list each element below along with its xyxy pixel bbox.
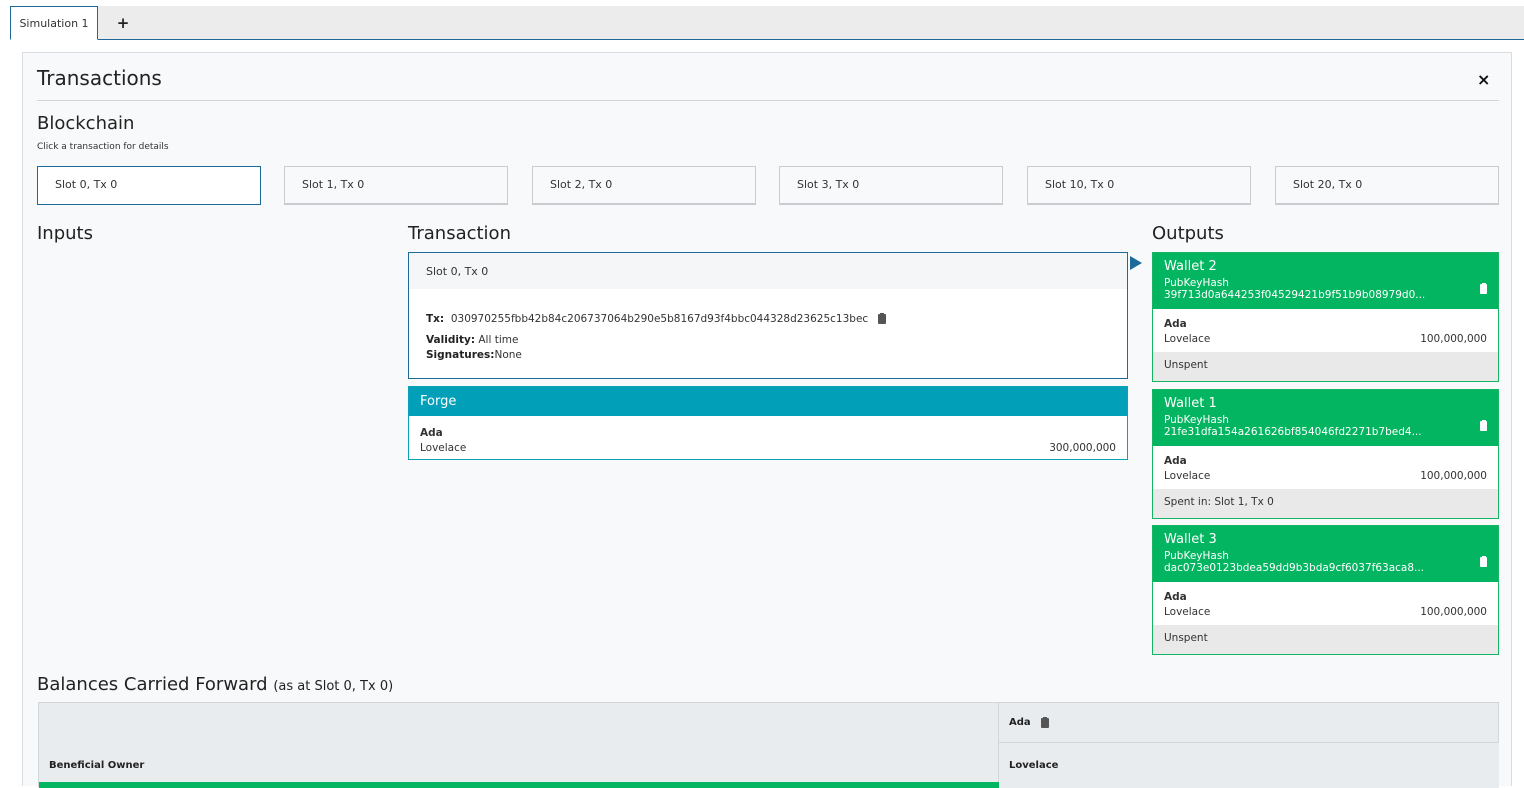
balances-title: Balances Carried Forward (as at Slot 0, … <box>37 674 393 695</box>
clipboard-icon[interactable] <box>1479 420 1487 431</box>
transactions-panel: Transactions × Blockchain Click a transa… <box>22 52 1512 788</box>
slot-button[interactable]: Slot 3, Tx 0 <box>779 166 1003 205</box>
blockchain-hint: Click a transaction for details <box>37 142 169 152</box>
signatures-value: None <box>494 348 522 361</box>
add-simulation-button[interactable]: + <box>108 6 138 40</box>
output-token: Lovelace <box>1164 469 1211 482</box>
slot-button[interactable]: Slot 0, Tx 0 <box>37 166 261 205</box>
output-currency: Ada <box>1164 317 1187 330</box>
wallet-row-indicator <box>39 782 999 788</box>
output-card-wallet-1[interactable]: Wallet 1 PubKeyHash 21fe31dfa154a261626b… <box>1152 389 1499 519</box>
validity-value: All time <box>478 333 519 346</box>
output-status: Unspent <box>1153 352 1498 381</box>
balances-subtitle: (as at Slot 0, Tx 0) <box>273 679 394 694</box>
tab-simulation-1[interactable]: Simulation 1 <box>10 6 98 40</box>
arrow-right-icon <box>1130 256 1142 270</box>
panel-title: Transactions <box>37 66 162 90</box>
tx-hash: 030970255fbb42b84c206737064b290e5b8167d9… <box>450 312 869 325</box>
forge-amount: 300,000,000 <box>1049 441 1116 454</box>
tx-hash-line: Tx: 030970255fbb42b84c206737064b290e5b81… <box>426 311 1110 326</box>
balances-title-text: Balances Carried Forward <box>37 674 268 695</box>
owner-header: Beneficial Owner <box>49 760 145 771</box>
owner-header-cell: Beneficial Owner <box>39 703 999 788</box>
output-token: Lovelace <box>1164 605 1211 618</box>
slot-button[interactable]: Slot 1, Tx 0 <box>284 166 508 205</box>
transaction-card: Slot 0, Tx 0 Tx: 030970255fbb42b84c20673… <box>408 252 1128 379</box>
output-token: Lovelace <box>1164 332 1211 345</box>
clipboard-icon[interactable] <box>1479 283 1487 294</box>
output-status[interactable]: Spent in: Slot 1, Tx 0 <box>1153 489 1498 518</box>
wallet-name: Wallet 1 <box>1164 396 1217 411</box>
forge-title: Forge <box>409 387 1127 416</box>
output-card-wallet-3[interactable]: Wallet 3 PubKeyHash dac073e0123bdea59dd9… <box>1152 525 1499 655</box>
validity-line: Validity: All time <box>426 332 1110 347</box>
tab-bar: Simulation 1 + <box>10 6 1524 40</box>
blockchain-slots: Slot 0, Tx 0 Slot 1, Tx 0 Slot 2, Tx 0 S… <box>37 166 1499 206</box>
token-header: Lovelace <box>999 743 1499 788</box>
divider <box>37 100 1499 101</box>
pubkey-hash: PubKeyHash 21fe31dfa154a261626bf854046fd… <box>1164 414 1422 438</box>
output-amount: 100,000,000 <box>1420 605 1487 618</box>
tx-label: Tx: <box>426 312 445 325</box>
signatures-line: Signatures: None <box>426 347 1110 362</box>
close-icon[interactable]: × <box>1477 70 1490 89</box>
clipboard-icon[interactable] <box>878 312 887 324</box>
transaction-header: Slot 0, Tx 0 <box>409 253 1127 289</box>
forge-card: Forge Ada Lovelace 300,000,000 <box>408 386 1128 460</box>
wallet-name: Wallet 2 <box>1164 259 1217 274</box>
output-status: Unspent <box>1153 625 1498 654</box>
balances-table: Beneficial Owner Ada Lovelace <box>38 702 1499 788</box>
clipboard-icon[interactable] <box>1479 556 1487 567</box>
output-currency: Ada <box>1164 590 1187 603</box>
forge-currency: Ada <box>420 426 443 439</box>
forge-token: Lovelace <box>420 441 467 454</box>
output-amount: 100,000,000 <box>1420 332 1487 345</box>
inputs-title: Inputs <box>37 223 93 244</box>
outputs-title: Outputs <box>1152 223 1224 244</box>
slot-button[interactable]: Slot 2, Tx 0 <box>532 166 756 205</box>
output-currency: Ada <box>1164 454 1187 467</box>
output-card-wallet-2[interactable]: Wallet 2 PubKeyHash 39f713d0a644253f0452… <box>1152 252 1499 382</box>
pubkey-hash: PubKeyHash dac073e0123bdea59dd9b3bda9cf6… <box>1164 550 1425 574</box>
clipboard-icon[interactable] <box>1040 716 1049 728</box>
wallet-name: Wallet 3 <box>1164 532 1217 547</box>
signatures-label: Signatures: <box>426 348 495 361</box>
validity-label: Validity: <box>426 333 476 346</box>
slot-button[interactable]: Slot 10, Tx 0 <box>1027 166 1251 205</box>
output-amount: 100,000,000 <box>1420 469 1487 482</box>
blockchain-title: Blockchain <box>37 113 135 134</box>
slot-button[interactable]: Slot 20, Tx 0 <box>1275 166 1499 205</box>
currency-header-cell: Ada <box>999 703 1499 743</box>
transaction-title: Transaction <box>408 223 511 244</box>
currency-header: Ada <box>1009 717 1031 728</box>
pubkey-hash: PubKeyHash 39f713d0a644253f04529421b9f51… <box>1164 277 1426 301</box>
